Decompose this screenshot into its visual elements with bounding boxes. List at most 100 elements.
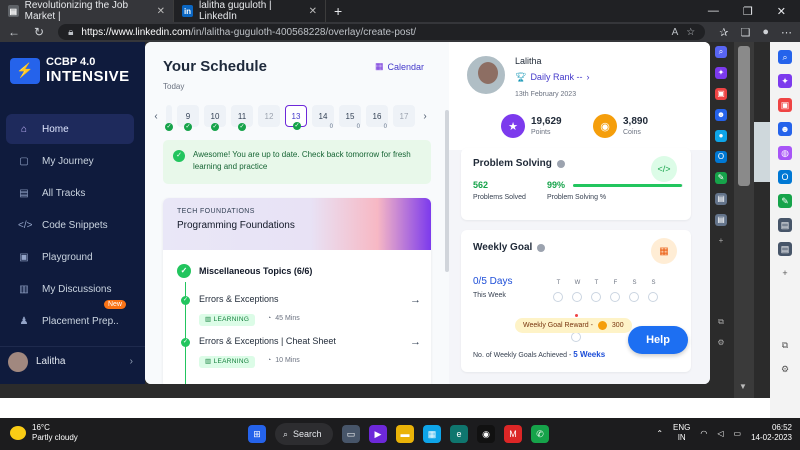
whatsapp-icon[interactable]: ✆ — [531, 425, 549, 443]
battery-icon[interactable]: ▭ — [734, 429, 742, 438]
outlook-icon[interactable]: O — [778, 170, 792, 184]
day-cell-selected[interactable]: 13 ✓ — [285, 105, 307, 130]
arrow-right-icon[interactable]: → — [410, 336, 421, 348]
nav-item-placement-prep[interactable]: ♟ Placement Prep.. New — [6, 300, 134, 336]
chevron-up-icon[interactable]: ⌃ — [656, 429, 663, 438]
day-cell[interactable]: 12 — [258, 105, 280, 127]
day-cell[interactable]: 9 ✓ — [177, 105, 199, 131]
day-cell[interactable]: ✓ — [165, 105, 173, 131]
more-icon[interactable]: ⋯ — [781, 26, 792, 39]
close-window-icon[interactable]: ✕ — [777, 5, 786, 18]
task-view-icon[interactable]: ▭ — [342, 425, 360, 443]
user-profile-row[interactable]: Lalitha › — [0, 346, 145, 376]
code-icon: </> — [651, 156, 677, 182]
favorites-icon[interactable]: ✰ — [719, 26, 728, 39]
doc-icon[interactable]: ▤ — [715, 193, 727, 205]
playground-icon: ▣ — [19, 251, 29, 263]
minimize-icon[interactable]: — — [708, 5, 719, 18]
brand-logo[interactable]: ⚡ CCBP 4.0 INTENSIVE — [10, 56, 130, 85]
day-number: 14 — [318, 111, 328, 121]
maximize-icon[interactable]: ❐ — [743, 5, 753, 18]
panel-toggle-icon[interactable]: ⧉ — [715, 316, 727, 328]
doc-icon[interactable]: ▤ — [778, 218, 792, 232]
daily-rank[interactable]: 🏆︎ Daily Rank -- › — [515, 72, 589, 83]
day-cell[interactable]: 10 ✓ — [204, 105, 226, 131]
info-icon[interactable] — [556, 159, 565, 168]
back-icon[interactable]: ← — [8, 25, 20, 39]
store-icon[interactable]: ▦ — [423, 425, 441, 443]
chevron-right-icon[interactable]: › — [420, 111, 430, 122]
nav-item-my-journey[interactable]: ▢ My Journey — [6, 146, 134, 176]
volume-icon[interactable]: ◁ — [717, 429, 723, 438]
meet-icon[interactable]: ▶ — [369, 425, 387, 443]
profile-icon[interactable]: ● — [762, 26, 769, 39]
clock[interactable]: 06:52 14-02-2023 — [751, 423, 792, 443]
circle-icon[interactable]: ● — [715, 130, 727, 142]
arrow-right-icon[interactable]: → — [410, 294, 421, 306]
url-field[interactable]: 🔒︎ https://www.linkedin.com/in/lalitha-g… — [58, 24, 706, 40]
day-cell[interactable]: 17 — [393, 105, 415, 127]
doc-icon[interactable]: ▤ — [715, 214, 727, 226]
add-icon[interactable]: + — [778, 266, 792, 280]
new-tab-button[interactable]: + — [326, 3, 350, 19]
day-cell[interactable]: 11 ✓ — [231, 105, 253, 131]
day-cell[interactable]: 14 0 — [312, 105, 334, 130]
favorite-icon[interactable]: ☆ — [686, 27, 695, 38]
info-icon[interactable] — [537, 243, 546, 252]
page-scrollbar[interactable]: ▼ — [734, 42, 754, 398]
gear-icon[interactable]: ⚙ — [715, 337, 727, 349]
search-icon[interactable]: ⌕ — [778, 50, 792, 64]
edge-sidebar: ⌕ ✦ ▣ ☻ ◍ O ✎ ▤ ▤ + ⧉ ⚙ — [770, 42, 800, 418]
browser-tab-bar: ▤ Revolutionizing the Job Market | ✕ in … — [0, 0, 800, 22]
day-cell[interactable]: 15 0 — [339, 105, 361, 130]
copilot-icon[interactable]: ◍ — [778, 146, 792, 160]
add-icon[interactable]: + — [715, 235, 727, 247]
sparkle-icon[interactable]: ✦ — [715, 67, 727, 79]
doc-icon[interactable]: ▤ — [778, 242, 792, 256]
browser-toolbar-icons: ✰ ❏ ● ⋯ — [719, 26, 792, 39]
close-icon[interactable]: ✕ — [157, 6, 165, 17]
taskbar-search[interactable]: ⌕ Search — [275, 423, 333, 445]
browser-tab-1[interactable]: ▤ Revolutionizing the Job Market | ✕ — [0, 0, 174, 22]
edge-icon[interactable]: e — [450, 425, 468, 443]
briefcase-icon[interactable]: ▣ — [715, 88, 727, 100]
tools-icon[interactable]: ✎ — [778, 194, 792, 208]
weather-widget[interactable]: 16°C Partly cloudy — [10, 423, 78, 443]
gear-icon[interactable]: ⚙ — [778, 362, 792, 376]
file-explorer-icon[interactable]: ▬ — [396, 425, 414, 443]
refresh-icon[interactable]: ↻ — [34, 25, 44, 39]
sparkle-icon[interactable]: ✦ — [778, 74, 792, 88]
panel-toggle-icon[interactable]: ⧉ — [778, 338, 792, 352]
close-icon[interactable]: ✕ — [309, 6, 317, 17]
start-icon[interactable]: ⊞ — [248, 425, 266, 443]
linkedin-icon: in — [182, 5, 193, 17]
mcafee-icon[interactable]: M — [504, 425, 522, 443]
chevron-down-icon[interactable]: ▼ — [739, 382, 747, 391]
browser-tab-2[interactable]: in lalitha guguloth | LinkedIn ✕ — [174, 0, 326, 22]
search-icon[interactable]: ⌕ — [715, 46, 727, 58]
help-button[interactable]: Help — [628, 326, 688, 354]
calendar-button[interactable]: ▦ Calendar — [375, 61, 424, 72]
read-aloud-icon[interactable]: A — [672, 27, 679, 38]
tools-icon[interactable]: ✎ — [715, 172, 727, 184]
people-icon[interactable]: ☻ — [715, 109, 727, 121]
wifi-icon[interactable]: ◠ — [700, 429, 707, 438]
profile-name: Lalitha — [515, 56, 542, 66]
day-cell[interactable]: 16 0 — [366, 105, 388, 130]
nav-item-all-tracks[interactable]: ▤ All Tracks — [6, 178, 134, 208]
today-label: Today — [163, 82, 185, 91]
scrollbar-thumb[interactable] — [738, 46, 750, 186]
briefcase-icon[interactable]: ▣ — [778, 98, 792, 112]
topic-row[interactable]: ✓ Miscellaneous Topics (6/6) — [177, 264, 312, 278]
nav-item-home[interactable]: ⌂ Home — [6, 114, 134, 144]
outlook-icon[interactable]: O — [715, 151, 727, 163]
language-indicator[interactable]: ENG IN — [673, 423, 690, 443]
chevron-left-icon[interactable]: ‹ — [151, 111, 161, 122]
coins-stat: ◉ 3,890 Coins — [593, 114, 648, 138]
nav-item-playground[interactable]: ▣ Playground — [6, 242, 134, 272]
collections-icon[interactable]: ❏ — [740, 26, 750, 39]
github-icon[interactable]: ◉ — [477, 425, 495, 443]
points-info: 19,629 Points — [531, 116, 562, 136]
people-icon[interactable]: ☻ — [778, 122, 792, 136]
nav-item-code-snippets[interactable]: </> Code Snippets — [6, 210, 134, 240]
